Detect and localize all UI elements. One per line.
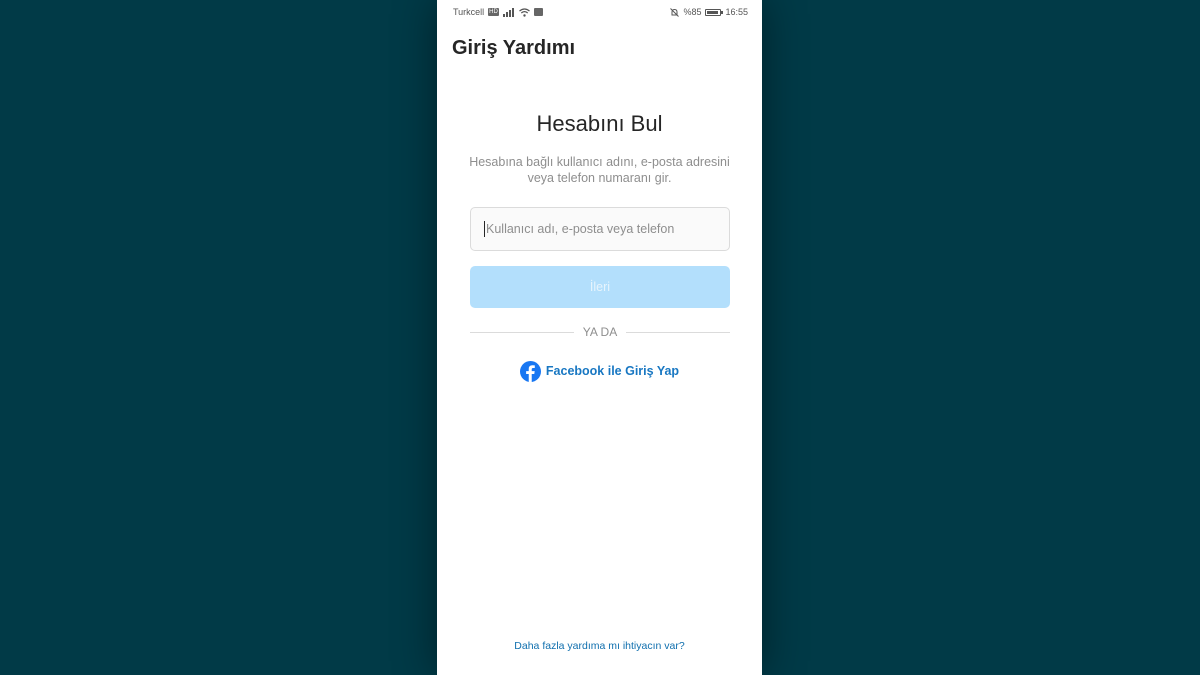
facebook-icon [519,360,541,382]
status-bar: Turkcell HD %85 16:55 [437,0,762,24]
wifi-icon [518,7,530,17]
account-search-field[interactable] [470,207,730,251]
divider-line-left [470,331,574,333]
clock: 16:55 [725,7,748,17]
or-divider: YA DA [470,324,730,340]
text-cursor [484,221,485,237]
battery-percent: %85 [683,7,702,17]
more-help-link[interactable]: Daha fazla yardıma mı ihtiyacın var? [437,640,762,652]
facebook-login-label: Facebook ile Giriş Yap [545,364,680,378]
carrier-name: Turkcell [453,7,485,17]
status-bar-left: Turkcell HD [453,7,543,17]
mute-icon [670,7,680,17]
status-bar-right: %85 16:55 [670,7,748,17]
divider-line-right [626,331,730,333]
network-badge: HD [488,8,499,16]
notification-icon [533,8,543,16]
next-button[interactable]: İleri [470,266,730,308]
facebook-login-button[interactable]: Facebook ile Giriş Yap [437,360,762,382]
account-search-input[interactable] [486,222,716,236]
instructions-text: Hesabına bağlı kullanıcı adını, e-posta … [469,155,730,185]
battery-icon [705,8,724,16]
signal-icon [502,7,515,17]
page-title: Giriş Yardımı [452,37,576,59]
find-account-heading: Hesabını Bul [536,111,663,136]
phone-screen: Turkcell HD %85 16:55 Giriş Yardımı Hesa… [437,0,762,675]
battery-level [707,10,718,14]
or-text: YA DA [582,325,618,339]
